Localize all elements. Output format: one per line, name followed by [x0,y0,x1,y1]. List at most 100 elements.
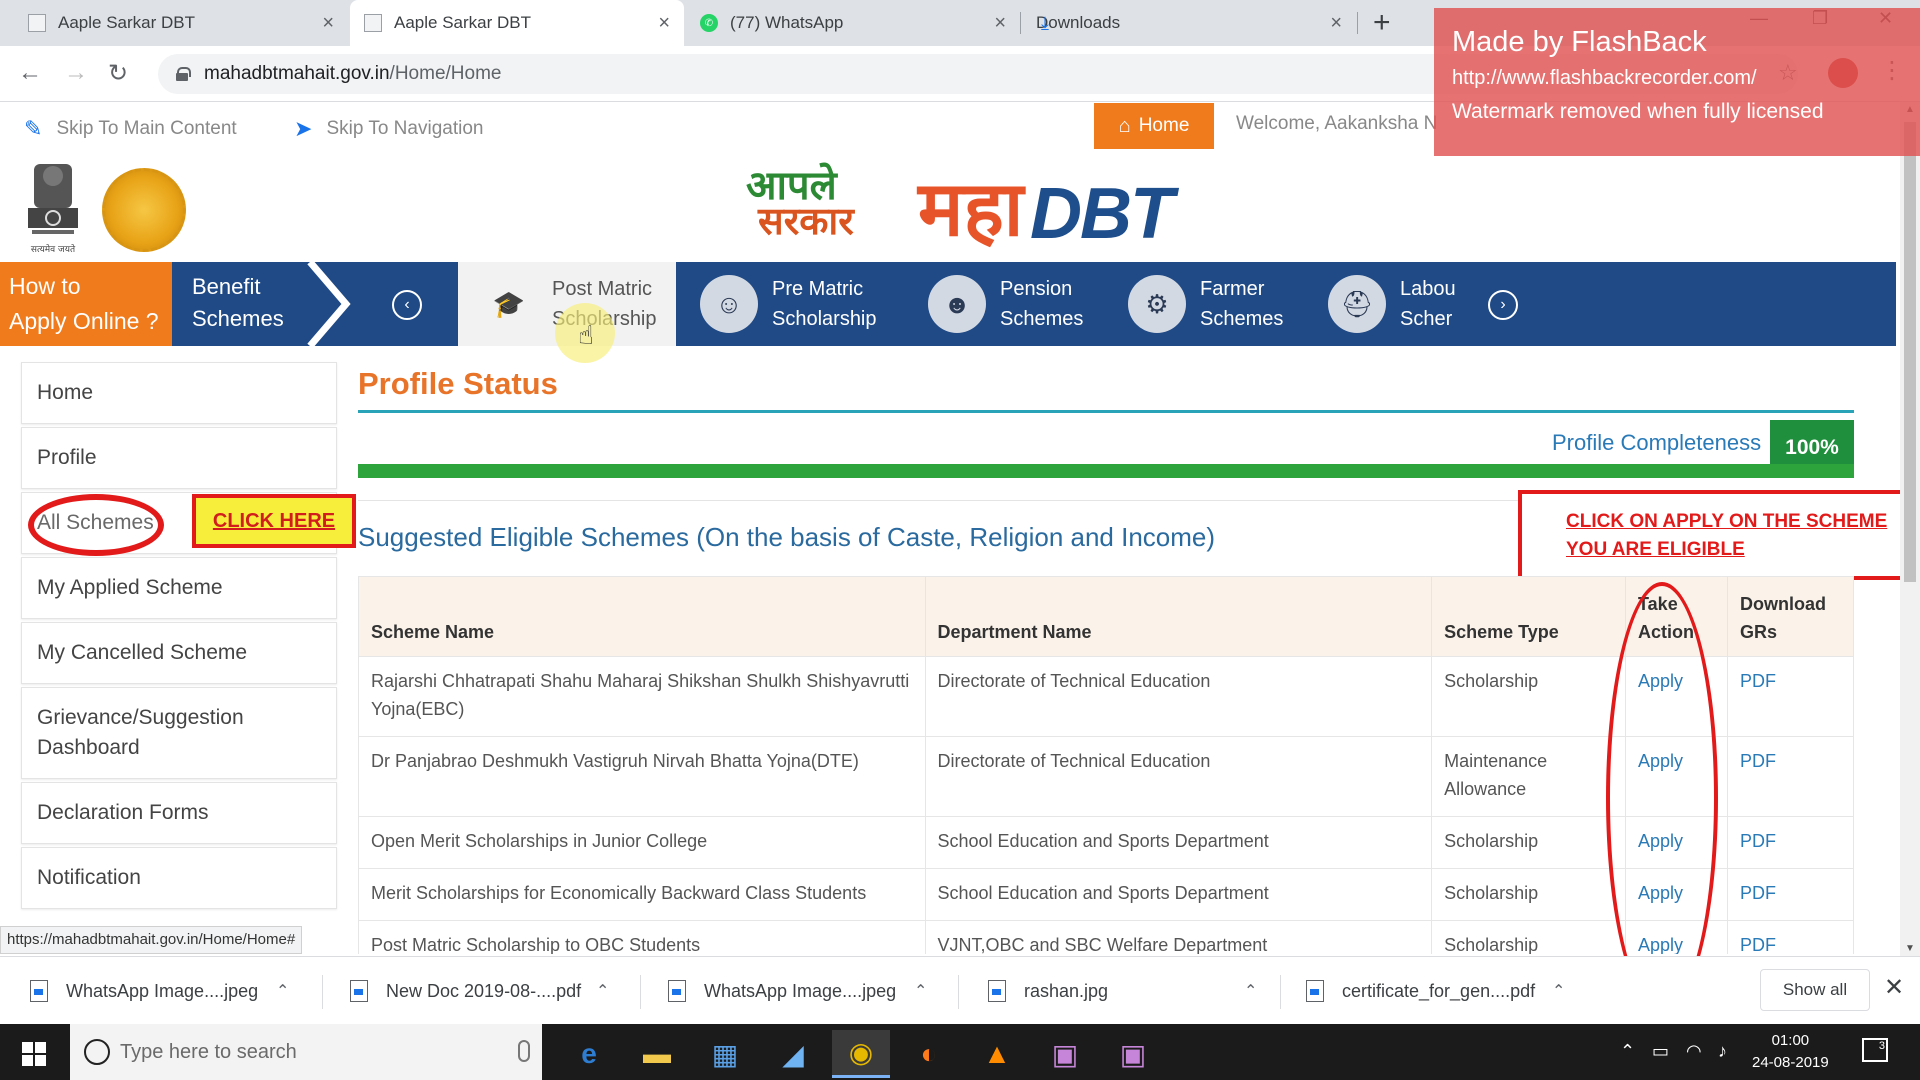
tab-pre-matric-scholarship[interactable]: ☺ Pre Matric Scholarship [700,262,910,346]
browser-tab[interactable]: ✆ (77) WhatsApp × [686,0,1020,46]
home-button[interactable]: ⌂ Home [1094,103,1214,149]
recorder-app-icon[interactable]: ▣ [1036,1030,1094,1078]
mahadbt-logo-dbt: DBT [1030,174,1174,254]
downloads-shelf: WhatsApp Image....jpeg ⌃ New Doc 2019-08… [0,956,1920,1024]
sidebar-item-my-applied-scheme[interactable]: My Applied Scheme [21,557,337,619]
vlc-player-icon[interactable]: ▲ [968,1030,1026,1078]
microphone-icon[interactable] [518,1040,530,1062]
sidebar-item-home[interactable]: Home [21,362,337,424]
edge-browser-icon[interactable]: e [560,1030,618,1078]
close-shelf-icon[interactable]: ✕ [1884,973,1904,1002]
how-to-apply-button[interactable]: How to Apply Online ? [0,262,172,346]
download-gr-pdf-link[interactable]: PDF [1740,671,1776,691]
back-arrow-icon[interactable]: ← [18,59,42,87]
sidebar-item-grievance-dashboard[interactable]: Grievance/Suggestion Dashboard [21,687,337,779]
scheme-type: Maintenance Allowance [1431,736,1627,817]
windows-start-icon[interactable] [22,1042,46,1066]
sidebar-menu: Home Profile All Schemes My Applied Sche… [21,362,337,912]
tab-farmer-schemes[interactable]: ⚙ Farmer Schemes [1128,262,1318,346]
tab-title: Aaple Sarkar DBT [58,13,195,32]
url-path: /Home/Home [389,63,502,84]
download-filename: WhatsApp Image....jpeg [704,980,897,1001]
tab-label-line2: Schemes [1200,308,1284,330]
browser-tab[interactable]: Aaple Sarkar DBT × [14,0,348,46]
battery-icon[interactable]: ▭ [1652,1041,1669,1062]
chrome-browser-icon[interactable]: ◉ [832,1030,890,1078]
file-explorer-icon[interactable]: ▬ [628,1030,686,1078]
chevron-up-icon[interactable]: ⌃ [276,981,289,1001]
show-hidden-icons-icon[interactable]: ⌃ [1620,1041,1635,1062]
how-to-apply-line2: Apply Online ? [9,308,159,334]
close-tab-icon[interactable]: × [658,12,670,35]
welcome-text: Welcome, Aakanksha N [1236,113,1438,134]
download-item[interactable]: certificate_for_gen....pdf ⌃ [1306,971,1565,1011]
image-file-icon [30,980,48,1002]
store-icon[interactable]: ▦ [696,1030,754,1078]
download-item[interactable]: rashan.jpg ⌃ [988,971,1257,1011]
skip-to-main-link[interactable]: ✎ Skip To Main Content [24,116,237,142]
close-tab-icon[interactable]: × [994,12,1006,35]
sidebar-item-profile[interactable]: Profile [21,427,337,489]
skip-to-navigation-link[interactable]: ➤ Skip To Navigation [294,116,483,142]
reload-icon[interactable]: ↻ [108,59,128,88]
tab-label-line1: Pre Matric [772,278,864,300]
download-item[interactable]: WhatsApp Image....jpeg ⌃ [30,971,289,1011]
scroll-left-arrow-icon[interactable]: ‹ [392,290,422,320]
clock-time: 01:00 [1771,1032,1810,1049]
download-icon: ⤓ [1041,12,1049,33]
close-tab-icon[interactable]: × [322,12,334,35]
click-here-annotation: CLICK HERE [192,494,356,548]
new-tab-icon[interactable]: + [1373,6,1391,40]
browser-tab[interactable]: ⤓ Downloads × [1022,0,1356,46]
tab-labour-schemes[interactable]: ⛑ Labou Scher [1328,262,1458,346]
shelf-separator [958,975,959,1009]
browser-tab-active[interactable]: Aaple Sarkar DBT × [350,0,684,46]
show-all-downloads-button[interactable]: Show all [1760,969,1870,1011]
taskbar-clock[interactable]: 01:00 24-08-2019 [1752,1030,1829,1074]
tab-pension-schemes[interactable]: ☻ Pension Schemes [928,262,1118,346]
download-gr-pdf-link[interactable]: PDF [1740,883,1776,903]
watermark-title: Made by FlashBack [1452,26,1707,58]
tab-title: Aaple Sarkar DBT [394,13,531,32]
aaple-sarkar-logo: आपले सरकार [746,166,854,241]
tab-label-line1: Pension [1000,278,1073,300]
tab-label-line2: Scholarship [772,308,877,330]
chevron-up-icon[interactable]: ⌃ [1552,981,1565,1001]
volume-icon[interactable]: ♪ [1718,1041,1727,1062]
scheme-name: Dr Panjabrao Deshmukh Vastigruh Nirvah B… [358,736,926,817]
column-header: Department Name [924,576,1433,657]
recorder-app-icon[interactable]: ▣ [1104,1030,1162,1078]
national-emblem-logo: सत्यमेव जयते [28,164,78,255]
pdf-file-icon [350,980,368,1002]
download-gr-pdf-link[interactable]: PDF [1740,935,1776,955]
scroll-down-arrow-icon[interactable]: ▼ [1905,943,1915,954]
sidebar-item-my-cancelled-scheme[interactable]: My Cancelled Scheme [21,622,337,684]
scroll-right-arrow-icon[interactable]: › [1488,290,1518,320]
sidebar-item-notification[interactable]: Notification [21,847,337,909]
notification-center-icon[interactable]: 3 [1862,1038,1888,1062]
scrollbar-thumb[interactable] [1904,122,1916,582]
worker-helmet-icon: ⛑ [1328,275,1386,333]
download-gr-pdf-link[interactable]: PDF [1740,831,1776,851]
close-tab-icon[interactable]: × [1330,12,1342,35]
taskbar-search-box[interactable]: Type here to search [70,1024,542,1080]
firefox-browser-icon[interactable]: ◐ [900,1030,958,1078]
sidebar-item-declaration-forms[interactable]: Declaration Forms [21,782,337,844]
shelf-separator [1280,975,1281,1009]
page-scrollbar[interactable]: ▲ ▼ [1900,102,1920,956]
wifi-icon[interactable]: ◠ [1686,1041,1702,1062]
download-gr-pdf-link[interactable]: PDF [1740,751,1776,771]
chevron-up-icon[interactable]: ⌃ [914,981,927,1001]
benefit-schemes-heading: Benefit Schemes [172,262,312,346]
skip-to-main-label: Skip To Main Content [56,118,237,139]
chevron-up-icon[interactable]: ⌃ [596,981,609,1001]
chevron-up-icon[interactable]: ⌃ [1244,981,1257,1001]
mahadbt-logo-maha: महा [918,167,1024,252]
presentation-app-icon[interactable]: ◢ [764,1030,822,1078]
download-item[interactable]: New Doc 2019-08-....pdf ⌃ [350,971,609,1011]
forward-arrow-icon[interactable]: → [64,59,88,87]
scheme-name: Merit Scholarships for Economically Back… [358,868,926,921]
download-item[interactable]: WhatsApp Image....jpeg ⌃ [668,971,927,1011]
windows-taskbar: Type here to search e ▬ ▦ ◢ ◉ ◐ ▲ ▣ ▣ ⌃ … [0,1024,1920,1080]
scheme-type: Scholarship [1431,868,1627,921]
